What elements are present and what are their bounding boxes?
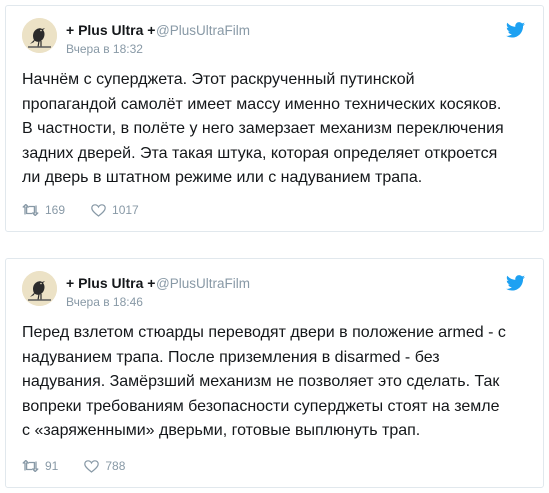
tweet-card[interactable]: + Plus Ultra + @PlusUltraFilm Вчера в 18…: [5, 5, 544, 232]
retweet-count: 91: [45, 459, 59, 473]
tweet-timestamp[interactable]: Вчера в 18:32: [66, 42, 143, 56]
tweet-text-line: ли дверь в штатном режиме или с надувани…: [22, 169, 423, 186]
twitter-bird-icon[interactable]: [506, 275, 525, 291]
retweet-button[interactable]: 91: [22, 459, 58, 473]
raven-avatar-image: [22, 18, 57, 53]
tweet-timestamp[interactable]: Вчера в 18:46: [66, 295, 143, 309]
tweet-text: Начнём с суперджета. Этот раскрученный п…: [22, 68, 529, 191]
tweet-text-line: Перед взлетом стюарды переводят двери в …: [22, 324, 506, 341]
retweet-icon: [22, 460, 39, 472]
like-button[interactable]: 1017: [91, 203, 139, 217]
tweet-text-line: пропагандой самолёт имеет массу именно т…: [22, 95, 502, 113]
author-name[interactable]: + Plus Ultra +: [66, 22, 155, 38]
tweet-text-line: Начнём с суперджета. Этот раскрученный п…: [22, 71, 415, 88]
heart-icon: [84, 459, 100, 473]
tweet-text-line: надувания. Замёрзший механизм не позволя…: [22, 373, 500, 390]
author-handle[interactable]: @PlusUltraFilm: [156, 23, 250, 38]
tweet-text-line: надуванием трапа. После приземления в di…: [22, 348, 440, 366]
tweet-text-line: В частности, в полёте у него замерзает м…: [22, 120, 504, 137]
tweet-text-line: с «заряженными» дверьми, готовые выплюну…: [22, 422, 421, 439]
raven-avatar-image: [22, 271, 57, 306]
tweet-text-line: вопреки требованиям безопасности супердж…: [22, 397, 500, 415]
tweet-text: Перед взлетом стюарды переводят двери в …: [22, 321, 529, 444]
author-handle[interactable]: @PlusUltraFilm: [156, 276, 250, 291]
twitter-bird-icon[interactable]: [506, 22, 525, 38]
tweet-card[interactable]: + Plus Ultra + @PlusUltraFilm Вчера в 18…: [5, 258, 544, 488]
retweet-button[interactable]: 169: [22, 203, 65, 217]
avatar[interactable]: [22, 18, 57, 53]
heart-icon: [91, 203, 106, 217]
tweet-text-line: задних дверей. Эта такая штука, которая …: [22, 144, 498, 162]
like-button[interactable]: 788: [84, 459, 125, 473]
avatar[interactable]: [22, 271, 57, 306]
tweet-actions: 169 1017: [22, 201, 165, 219]
author-name[interactable]: + Plus Ultra +: [66, 275, 155, 291]
retweet-count: 169: [45, 203, 66, 217]
retweet-icon: [22, 204, 39, 216]
like-count: 788: [105, 459, 126, 473]
tweet-actions: 91 788: [22, 457, 151, 475]
like-count: 1017: [112, 203, 139, 217]
